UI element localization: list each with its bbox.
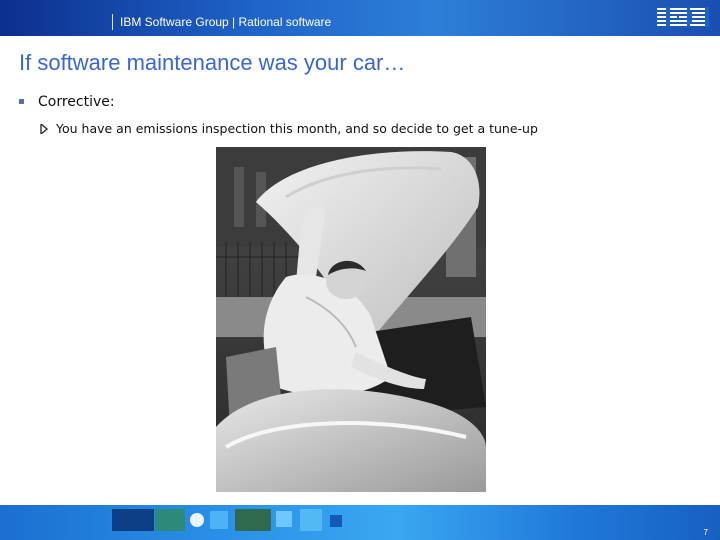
ibm-logo-icon <box>657 7 709 27</box>
slide-header: IBM Software Group | Rational software <box>0 0 720 36</box>
footer-tile-square <box>210 511 228 529</box>
header-divider <box>112 14 113 30</box>
footer-circle-icon <box>190 513 204 527</box>
footer-tile-small <box>276 511 292 527</box>
square-bullet-icon <box>19 99 24 104</box>
bullet-label: Corrective <box>38 94 110 110</box>
footer-tile-people <box>112 509 154 531</box>
slide-footer: 7 <box>0 505 720 540</box>
bullet-text: Corrective: <box>38 94 115 110</box>
slide-title: If software maintenance was your car… <box>19 50 406 75</box>
footer-tile-figures <box>235 509 271 531</box>
footer-tile-dark <box>330 515 342 527</box>
footer-tile-globe <box>155 509 185 531</box>
sub-bullet-text: You have an emissions inspection this mo… <box>56 121 538 136</box>
bullet-suffix: : <box>109 94 115 110</box>
page-number: 7 <box>703 528 708 537</box>
header-title: IBM Software Group | Rational software <box>120 15 332 29</box>
triangle-bullet-icon <box>40 124 48 134</box>
photo-illustration <box>216 147 486 492</box>
car-mechanic-photo <box>216 147 486 492</box>
footer-tile-pattern <box>300 509 322 531</box>
